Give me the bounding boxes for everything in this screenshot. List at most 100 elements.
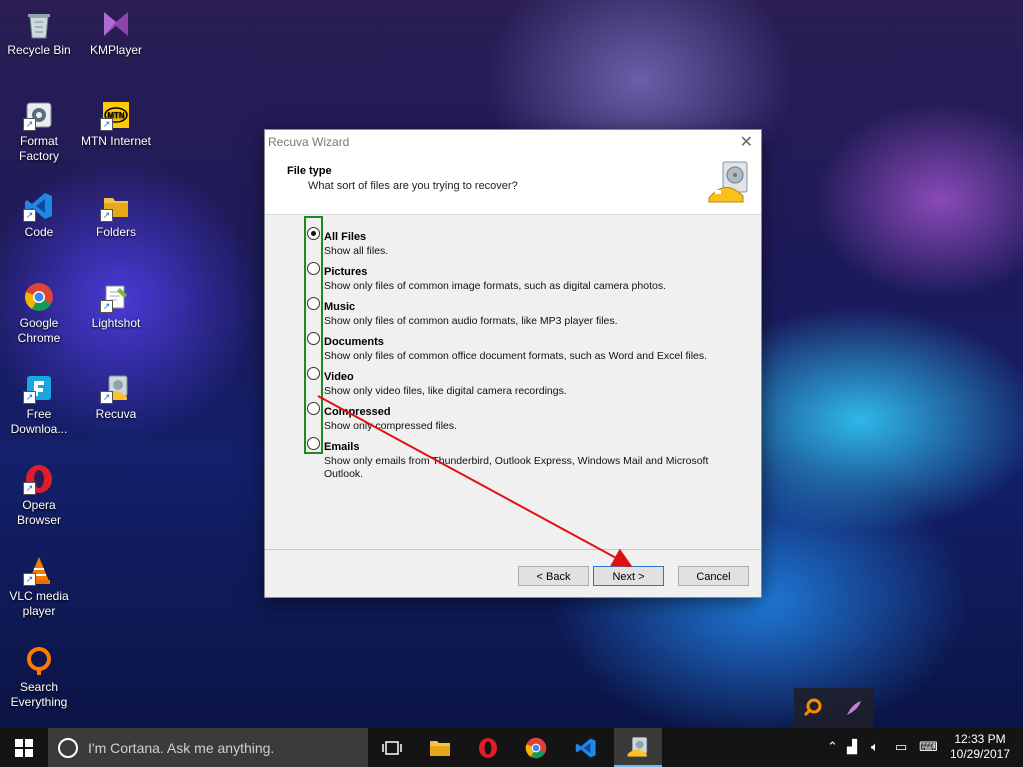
desktop-icon-label: Google Chrome bbox=[17, 316, 61, 345]
vscode-icon: ↗ bbox=[23, 190, 55, 222]
desktop-icon-recuva[interactable]: ↗ Recuva bbox=[77, 372, 155, 422]
vlc-icon: ↗ bbox=[23, 554, 55, 586]
option-description: Show only files of common audio formats,… bbox=[324, 315, 618, 327]
option-label: Music bbox=[324, 301, 356, 313]
vscode-icon bbox=[575, 737, 596, 758]
option-label: Documents bbox=[324, 336, 384, 348]
cancel-button[interactable]: Cancel bbox=[678, 566, 749, 586]
format-factory-icon: ↗ bbox=[23, 99, 55, 131]
back-button[interactable]: < Back bbox=[518, 566, 589, 586]
system-tray: ⌃ ▟ 🔈︎ ▭ ⌨︎ 12:33 PM 10/29/2017 bbox=[823, 728, 1023, 767]
desktop-icon-label: Search Everything bbox=[10, 680, 68, 709]
desktop-icon-format-factory[interactable]: ↗ Format Factory bbox=[0, 99, 78, 164]
desktop-icon-search-everything[interactable]: Search Everything bbox=[0, 645, 78, 710]
option-description: Show only files of common image formats,… bbox=[324, 280, 666, 292]
desktop-icon-opera-browser[interactable]: ↗ Opera Browser bbox=[0, 463, 78, 528]
desktop-icon-lightshot[interactable]: ↗ Lightshot bbox=[77, 281, 155, 331]
floating-panel bbox=[794, 688, 874, 728]
desktop-icon-folders[interactable]: ↗ Folders bbox=[77, 190, 155, 240]
shortcut-arrow-icon: ↗ bbox=[23, 209, 36, 222]
desktop-icon-label: Recuva bbox=[95, 407, 137, 421]
free-download-icon: ↗ bbox=[23, 372, 55, 404]
feather-icon[interactable] bbox=[834, 688, 874, 728]
recuva-icon bbox=[627, 736, 648, 757]
close-icon[interactable]: ✕ bbox=[740, 132, 753, 152]
folder-icon: ↗ bbox=[100, 190, 132, 222]
dialog-titlebar[interactable]: Recuva Wizard ✕ bbox=[265, 130, 761, 153]
option-description: Show all files. bbox=[324, 245, 389, 257]
shortcut-arrow-icon: ↗ bbox=[100, 209, 113, 222]
clock-time: 12:33 PM bbox=[954, 732, 1006, 746]
next-button[interactable]: Next > bbox=[593, 566, 664, 586]
wizard-header: File type What sort of files are you try… bbox=[265, 153, 761, 215]
recuva-logo-icon bbox=[707, 160, 749, 206]
clock-date: 10/29/2017 bbox=[949, 747, 1011, 761]
desktop-icon-google-chrome[interactable]: Google Chrome bbox=[0, 281, 78, 346]
shortcut-arrow-icon: ↗ bbox=[23, 482, 36, 495]
search-icon[interactable] bbox=[794, 688, 832, 728]
option-label: Video bbox=[324, 371, 354, 383]
desktop-icon-kmplayer[interactable]: KMPlayer bbox=[77, 8, 155, 58]
file-explorer-icon bbox=[430, 740, 450, 756]
desktop-icon-vlc[interactable]: ↗ VLC media player bbox=[0, 554, 78, 619]
task-view-button[interactable] bbox=[368, 728, 416, 767]
opera-icon bbox=[479, 737, 497, 758]
network-icon[interactable]: ▟ bbox=[847, 739, 857, 755]
windows-icon bbox=[15, 738, 33, 757]
option-label: Emails bbox=[324, 441, 360, 453]
dialog-title: Recuva Wizard bbox=[268, 135, 350, 149]
option-label: All Files bbox=[324, 231, 367, 243]
recycle-bin-icon bbox=[23, 8, 55, 40]
desktop-icon-label: VLC media player bbox=[9, 589, 69, 618]
taskbar: I'm Cortana. Ask me anything. ⌃ ▟ 🔈︎ ▭ ⌨… bbox=[0, 728, 1023, 767]
desktop-icon-label: Opera Browser bbox=[16, 498, 61, 527]
taskbar-opera[interactable] bbox=[464, 728, 512, 767]
start-button[interactable] bbox=[0, 728, 48, 767]
desktop-icon-code[interactable]: ↗ Code bbox=[0, 190, 78, 240]
option-description: Show only video files, like digital came… bbox=[324, 385, 567, 397]
lightshot-icon: ↗ bbox=[100, 281, 132, 313]
desktop-icon-free-download[interactable]: ↗ Free Downloa... bbox=[0, 372, 78, 437]
desktop-icon-label: Free Downloa... bbox=[10, 407, 68, 436]
annotation-highlight-box bbox=[304, 216, 323, 454]
shortcut-arrow-icon: ↗ bbox=[100, 300, 113, 313]
desktop-icon-label: MTN Internet bbox=[80, 134, 152, 148]
desktop-icon-label: Lightshot bbox=[91, 316, 141, 330]
opera-icon: ↗ bbox=[23, 463, 55, 495]
desktop-icon-label: Recycle Bin bbox=[7, 43, 71, 57]
taskbar-chrome[interactable] bbox=[512, 728, 560, 767]
taskbar-vscode[interactable] bbox=[562, 728, 610, 767]
desktop-icon-mtn-internet[interactable]: MTN ↗ MTN Internet bbox=[77, 99, 155, 149]
desktop-icon-label: Folders bbox=[95, 225, 136, 239]
desktop-icon-label: KMPlayer bbox=[89, 43, 142, 57]
desktop-icon-label: Format Factory bbox=[18, 134, 59, 163]
option-label: Pictures bbox=[324, 266, 368, 278]
shortcut-arrow-icon: ↗ bbox=[23, 573, 36, 586]
shortcut-arrow-icon: ↗ bbox=[100, 391, 113, 404]
cortana-search-box[interactable]: I'm Cortana. Ask me anything. bbox=[48, 728, 368, 767]
cortana-icon bbox=[58, 738, 78, 758]
clock[interactable]: 12:33 PM 10/29/2017 bbox=[945, 732, 1015, 762]
chrome-icon bbox=[23, 281, 55, 313]
recuva-icon: ↗ bbox=[100, 372, 132, 404]
footer-divider bbox=[265, 549, 761, 550]
task-view-icon bbox=[382, 740, 402, 755]
page-title: File type bbox=[287, 165, 332, 177]
desktop-icon-recycle-bin[interactable]: Recycle Bin bbox=[0, 8, 78, 58]
shortcut-arrow-icon: ↗ bbox=[23, 118, 36, 131]
kmplayer-icon bbox=[100, 8, 132, 40]
desktop-icon-label: Code bbox=[24, 225, 54, 239]
shortcut-arrow-icon: ↗ bbox=[100, 118, 113, 131]
taskbar-file-explorer[interactable] bbox=[416, 728, 464, 767]
keyboard-icon[interactable]: ⌨︎ bbox=[919, 739, 938, 755]
option-description: Show only compressed files. bbox=[324, 420, 458, 432]
chevron-up-icon[interactable]: ⌃ bbox=[827, 739, 838, 755]
recuva-wizard-dialog: Recuva Wizard ✕ File type What sort of f… bbox=[264, 129, 762, 598]
notification-icon[interactable]: ▭ bbox=[895, 739, 907, 755]
page-subtitle: What sort of files are you trying to rec… bbox=[308, 180, 518, 192]
search-everything-icon bbox=[23, 645, 55, 677]
chrome-icon bbox=[525, 737, 547, 758]
volume-icon[interactable]: 🔈︎ bbox=[871, 739, 879, 755]
search-placeholder: I'm Cortana. Ask me anything. bbox=[88, 740, 275, 756]
taskbar-recuva[interactable] bbox=[614, 728, 662, 767]
